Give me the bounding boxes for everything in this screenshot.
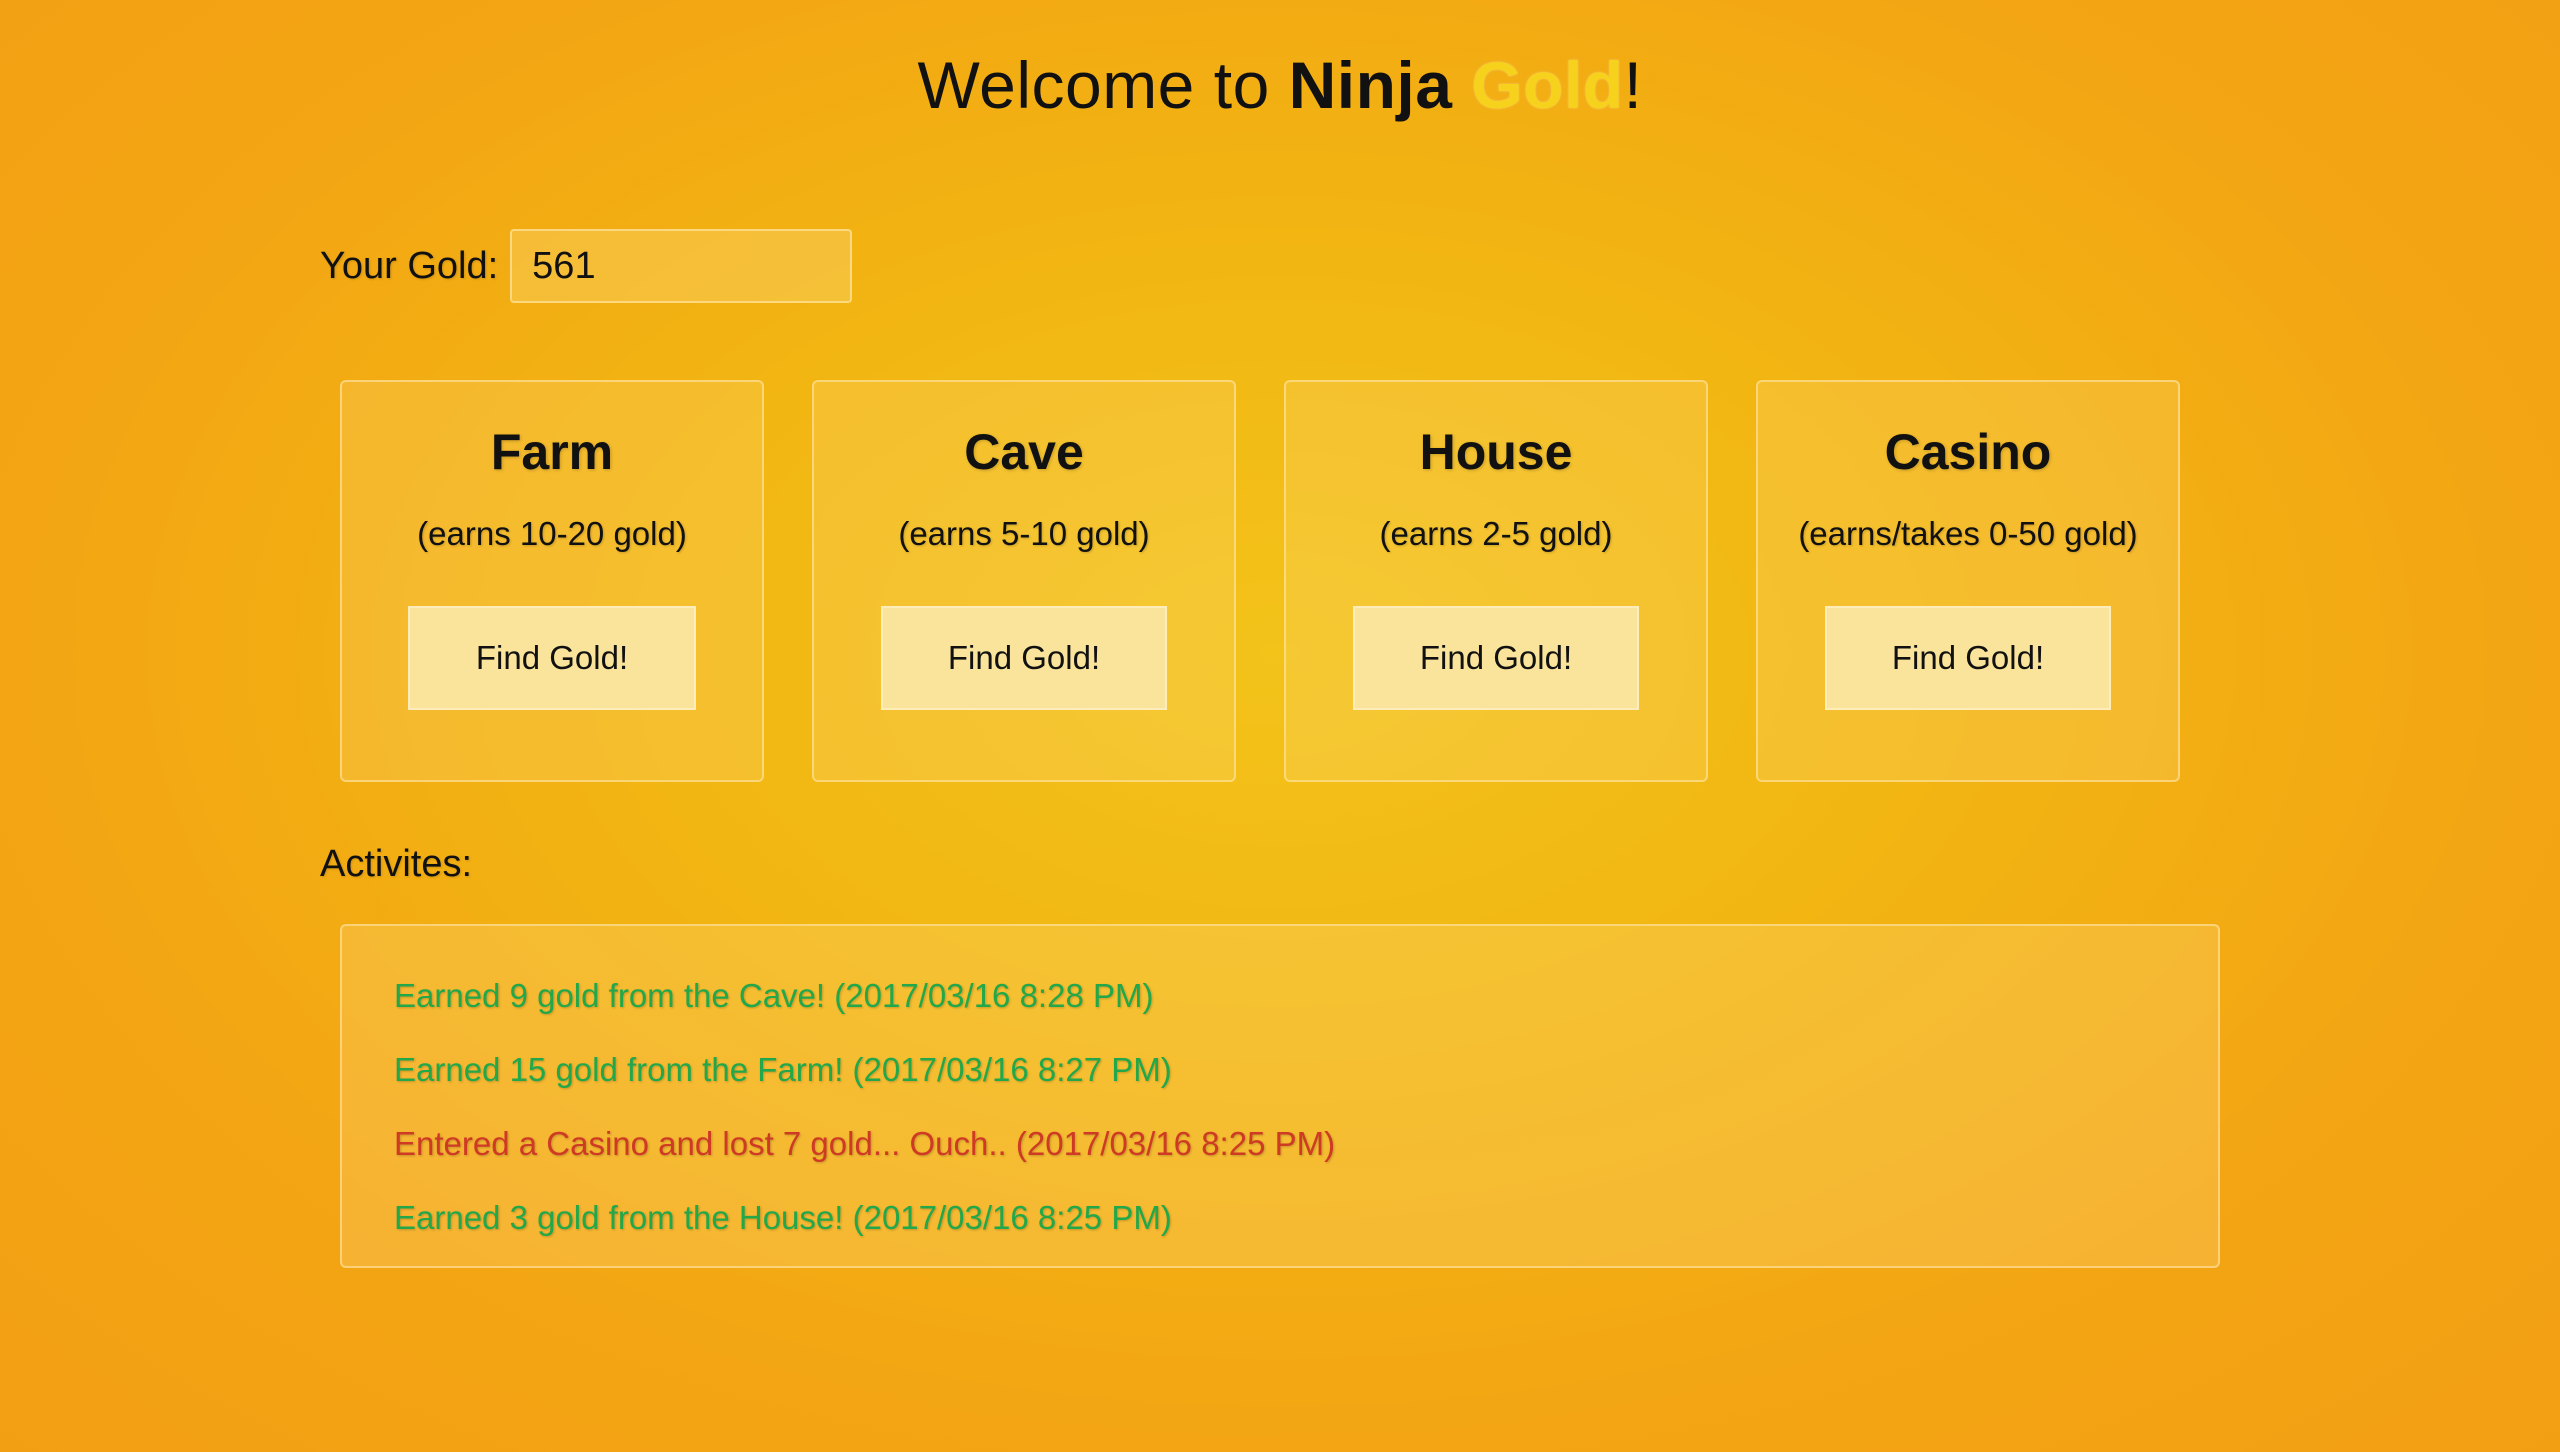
activities-label: Activites: — [320, 843, 473, 885]
locations: Farm (earns 10-20 gold) Find Gold! Cave … — [340, 380, 2180, 782]
location-description: (earns 5-10 gold) — [898, 515, 1150, 552]
gold-value-field[interactable] — [510, 229, 853, 303]
title-gold: Gold — [1471, 48, 1624, 122]
activity-entry: Earned 3 gold from the House! (2017/03/1… — [394, 1199, 1172, 1236]
activity-entry: Entered a Casino and lost 7 gold... Ouch… — [394, 1125, 1336, 1162]
activity-entry: Earned 9 gold from the Cave! (2017/03/16… — [394, 977, 1154, 1014]
find-gold-farm-button[interactable]: Find Gold! — [408, 606, 696, 710]
gold-row: Your Gold: — [320, 228, 853, 304]
location-card-farm: Farm (earns 10-20 gold) Find Gold! — [340, 380, 764, 782]
location-title: Casino — [1884, 424, 2052, 480]
find-gold-cave-button[interactable]: Find Gold! — [881, 606, 1167, 710]
title-prefix: Welcome to — [917, 48, 1289, 122]
location-description: (earns/takes 0-50 gold) — [1798, 515, 2138, 552]
location-card-house: House (earns 2-5 gold) Find Gold! — [1284, 380, 1708, 782]
page-title: Welcome to Ninja Gold! — [0, 40, 2560, 130]
location-title: House — [1419, 424, 1573, 480]
title-ninja: Ninja — [1288, 48, 1453, 122]
location-description: (earns 10-20 gold) — [417, 515, 687, 552]
location-card-cave: Cave (earns 5-10 gold) Find Gold! — [812, 380, 1236, 782]
gold-label: Your Gold: — [320, 244, 499, 287]
location-title: Farm — [490, 424, 614, 480]
location-title: Cave — [964, 424, 1084, 480]
location-card-casino: Casino (earns/takes 0-50 gold) Find Gold… — [1756, 380, 2180, 782]
find-gold-house-button[interactable]: Find Gold! — [1353, 606, 1639, 710]
find-gold-casino-button[interactable]: Find Gold! — [1825, 606, 2111, 710]
activity-log[interactable]: Earned 9 gold from the Cave! (2017/03/16… — [340, 924, 2220, 1268]
location-description: (earns 2-5 gold) — [1379, 515, 1613, 552]
activity-entry: Earned 15 gold from the Farm! (2017/03/1… — [394, 1051, 1172, 1088]
title-suffix: ! — [1623, 48, 1643, 122]
